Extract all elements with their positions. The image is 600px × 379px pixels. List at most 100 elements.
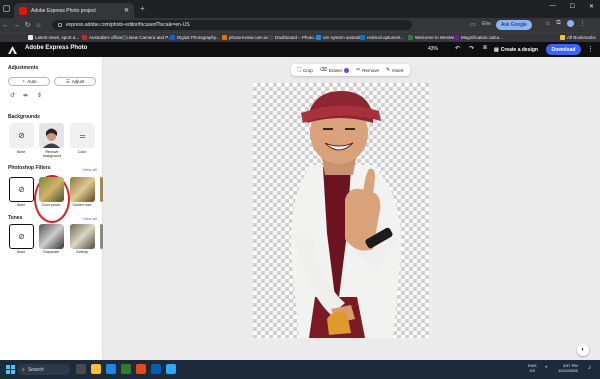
auto-wand-icon: ✧ xyxy=(21,78,26,84)
bookmark-item[interactable]: Latest news, sport a... xyxy=(28,35,79,40)
bookmark-item[interactable]: New Camera and P... xyxy=(122,35,171,40)
crop-icon: ⛶ xyxy=(297,67,301,73)
adobe-favicon-icon xyxy=(19,6,27,15)
tone-grayscale-tile[interactable] xyxy=(39,224,64,249)
cutout-photo xyxy=(290,91,402,338)
tone-overlay-tile[interactable] xyxy=(70,224,95,249)
filter-color-punch-tile[interactable] xyxy=(39,177,64,202)
windows-start-icon[interactable] xyxy=(6,365,15,374)
chrome-icon[interactable] xyxy=(121,364,131,374)
cast-icon[interactable]: ▭ xyxy=(470,21,476,28)
edit-toolbar: ⛶ Crop ⌫ Eraser ✂ Remove ✎ Insert xyxy=(291,64,410,76)
reload-icon[interactable]: ↻ xyxy=(22,21,33,29)
photoshop-icon[interactable] xyxy=(166,364,176,374)
flip-vertical-icon[interactable]: ⇕ xyxy=(37,92,42,99)
none-icon: ⊘ xyxy=(18,232,25,241)
ask-google-button[interactable]: Ask Google xyxy=(496,20,532,30)
remove-background-tile[interactable] xyxy=(39,123,64,148)
bookmark-item[interactable]: Welcome to WesMe... xyxy=(408,35,459,40)
bg-color-tile[interactable]: ⚌ xyxy=(70,123,95,148)
bookmark-item[interactable]: Digital Photography... xyxy=(170,35,220,40)
office-icon[interactable] xyxy=(136,364,146,374)
tab-menu-icon[interactable] xyxy=(3,5,10,12)
task-view-icon[interactable] xyxy=(76,364,86,374)
bookmark-item[interactable]: om system australia xyxy=(316,35,363,40)
filter-none-tile[interactable]: ⊘ xyxy=(9,177,34,202)
help-icon[interactable]: ◐ xyxy=(577,344,589,356)
outlook-icon[interactable] xyxy=(151,364,161,374)
bookmark-item[interactable]: redmail.optusnet... xyxy=(360,35,404,40)
undo-icon[interactable]: ↶ xyxy=(455,45,460,52)
create-design-button[interactable]: ▤ Create a design xyxy=(490,44,542,55)
minimize-button[interactable]: — xyxy=(550,3,556,10)
photo-canvas[interactable] xyxy=(253,83,429,338)
browser-menu-icon[interactable]: ⋮ xyxy=(580,20,586,27)
app-title: Adobe Express Photo xyxy=(25,45,88,51)
star-icon[interactable]: ☆ xyxy=(545,20,550,27)
none-icon: ⊘ xyxy=(18,185,25,194)
redo-icon[interactable]: ↷ xyxy=(469,45,474,52)
filter-golden-hour-tile[interactable] xyxy=(70,177,95,202)
app-header: Adobe Express Photo 43% ↶ ↷ ⧈ ▤ Create a… xyxy=(0,42,600,57)
extensions-icon[interactable]: ⧉ xyxy=(556,20,560,27)
wifi-icon[interactable]: ◔ xyxy=(544,365,548,371)
new-tab-button[interactable]: + xyxy=(140,4,145,13)
browser-tab[interactable]: Adobe Express Photo project ✕ xyxy=(14,3,134,18)
more-options-icon[interactable]: ⋮ xyxy=(587,45,594,53)
bookmark-item[interactable]: Magnification calcu... xyxy=(454,35,503,40)
window-controls: — ☐ ✕ xyxy=(550,3,594,10)
eraser-icon: ⌫ xyxy=(319,67,327,73)
bookmark-item[interactable]: Dashboard – Photo... xyxy=(268,35,318,40)
bg-none-label: None xyxy=(16,150,26,154)
zoom-level[interactable]: 43% xyxy=(428,46,438,52)
tone-none-tile[interactable]: ⊘ xyxy=(9,224,34,249)
crop-tool[interactable]: ⛶ Crop xyxy=(297,67,312,73)
tones-view-all-link[interactable]: View all xyxy=(83,216,97,221)
file-explorer-icon[interactable] xyxy=(91,364,101,374)
rotate-icon[interactable]: ↺ xyxy=(10,92,15,99)
forward-icon[interactable]: → xyxy=(11,22,22,29)
auto-button[interactable]: ✧ Auto xyxy=(8,77,50,86)
avatar[interactable] xyxy=(566,20,574,27)
tones-heading: Tones xyxy=(8,215,23,221)
bookmarks-bar: Latest news, sport a... Australia's offi… xyxy=(0,32,600,42)
site-info-icon[interactable] xyxy=(58,23,62,27)
color-sliders-icon: ⚌ xyxy=(79,132,86,140)
remove-background-label: Remove background xyxy=(42,150,62,158)
tab-title: Adobe Express Photo project xyxy=(31,7,96,14)
maximize-button[interactable]: ☐ xyxy=(570,3,575,10)
home-icon[interactable]: ⌂ xyxy=(33,22,44,29)
premium-icon xyxy=(344,67,350,73)
eraser-tool[interactable]: ⌫ Eraser xyxy=(319,67,350,73)
edge-icon[interactable] xyxy=(106,364,116,374)
system-clock[interactable]: 3:57 PM 11/02/2026 xyxy=(558,363,578,373)
search-icon: ⌕ xyxy=(22,366,25,373)
flip-horizontal-icon[interactable]: ⇹ xyxy=(23,92,28,99)
tab-close-icon[interactable]: ✕ xyxy=(124,7,129,14)
adjust-button[interactable]: ☰ Adjust xyxy=(54,77,96,86)
editor-stage: ⛶ Crop ⌫ Eraser ✂ Remove ✎ Insert ◐ xyxy=(103,57,600,360)
adobe-logo-icon[interactable] xyxy=(8,46,17,54)
filters-view-all-link[interactable]: View all xyxy=(83,167,97,172)
back-icon[interactable]: ← xyxy=(0,22,11,29)
profile-label[interactable]: Ehe xyxy=(482,21,491,27)
address-bar[interactable]: express.adobe.com/photo-editor/focused?l… xyxy=(52,20,412,30)
bg-none-tile[interactable]: ⊘ xyxy=(9,123,34,148)
notification-icon[interactable]: ♪ xyxy=(588,365,591,371)
os-taskbar: ⌕ Search ENG US ◔ 3:57 PM 11/02/2026 ♪ xyxy=(0,360,600,379)
all-bookmarks[interactable]: All Bookmarks xyxy=(560,35,596,40)
download-button[interactable]: Download xyxy=(546,44,581,55)
filter-none-label: None xyxy=(16,203,26,207)
remove-icon: ✂ xyxy=(356,67,361,73)
remove-tool[interactable]: ✂ Remove xyxy=(356,67,379,73)
browser-toolbar: ← → ↻ ⌂ express.adobe.com/photo-editor/f… xyxy=(0,18,600,32)
taskbar-search[interactable]: ⌕ Search xyxy=(18,364,70,375)
close-window-button[interactable]: ✕ xyxy=(589,3,594,10)
sliders-icon: ☰ xyxy=(65,78,70,84)
language-indicator[interactable]: ENG US xyxy=(528,363,537,373)
tone-none-label: None xyxy=(16,250,26,254)
insert-tool[interactable]: ✎ Insert xyxy=(386,67,403,73)
filter-color-punch-label: Color punch xyxy=(41,203,61,207)
compare-icon[interactable]: ⧈ xyxy=(483,45,487,52)
bookmark-item[interactable]: photoreview.com.au xyxy=(222,35,269,40)
